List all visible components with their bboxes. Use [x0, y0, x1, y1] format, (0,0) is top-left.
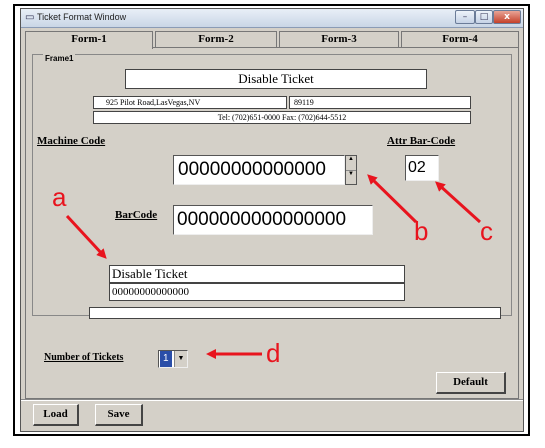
arrow-c: [435, 181, 482, 224]
arrow-b: [367, 174, 418, 224]
callout-b: b: [414, 216, 429, 246]
arrow-a: [65, 214, 107, 259]
callout-c: c: [480, 216, 493, 246]
callout-d: d: [266, 338, 281, 368]
callout-a: a: [52, 182, 67, 212]
tab-form-1[interactable]: Form-1: [25, 31, 153, 49]
callout-arrows: [65, 174, 482, 359]
